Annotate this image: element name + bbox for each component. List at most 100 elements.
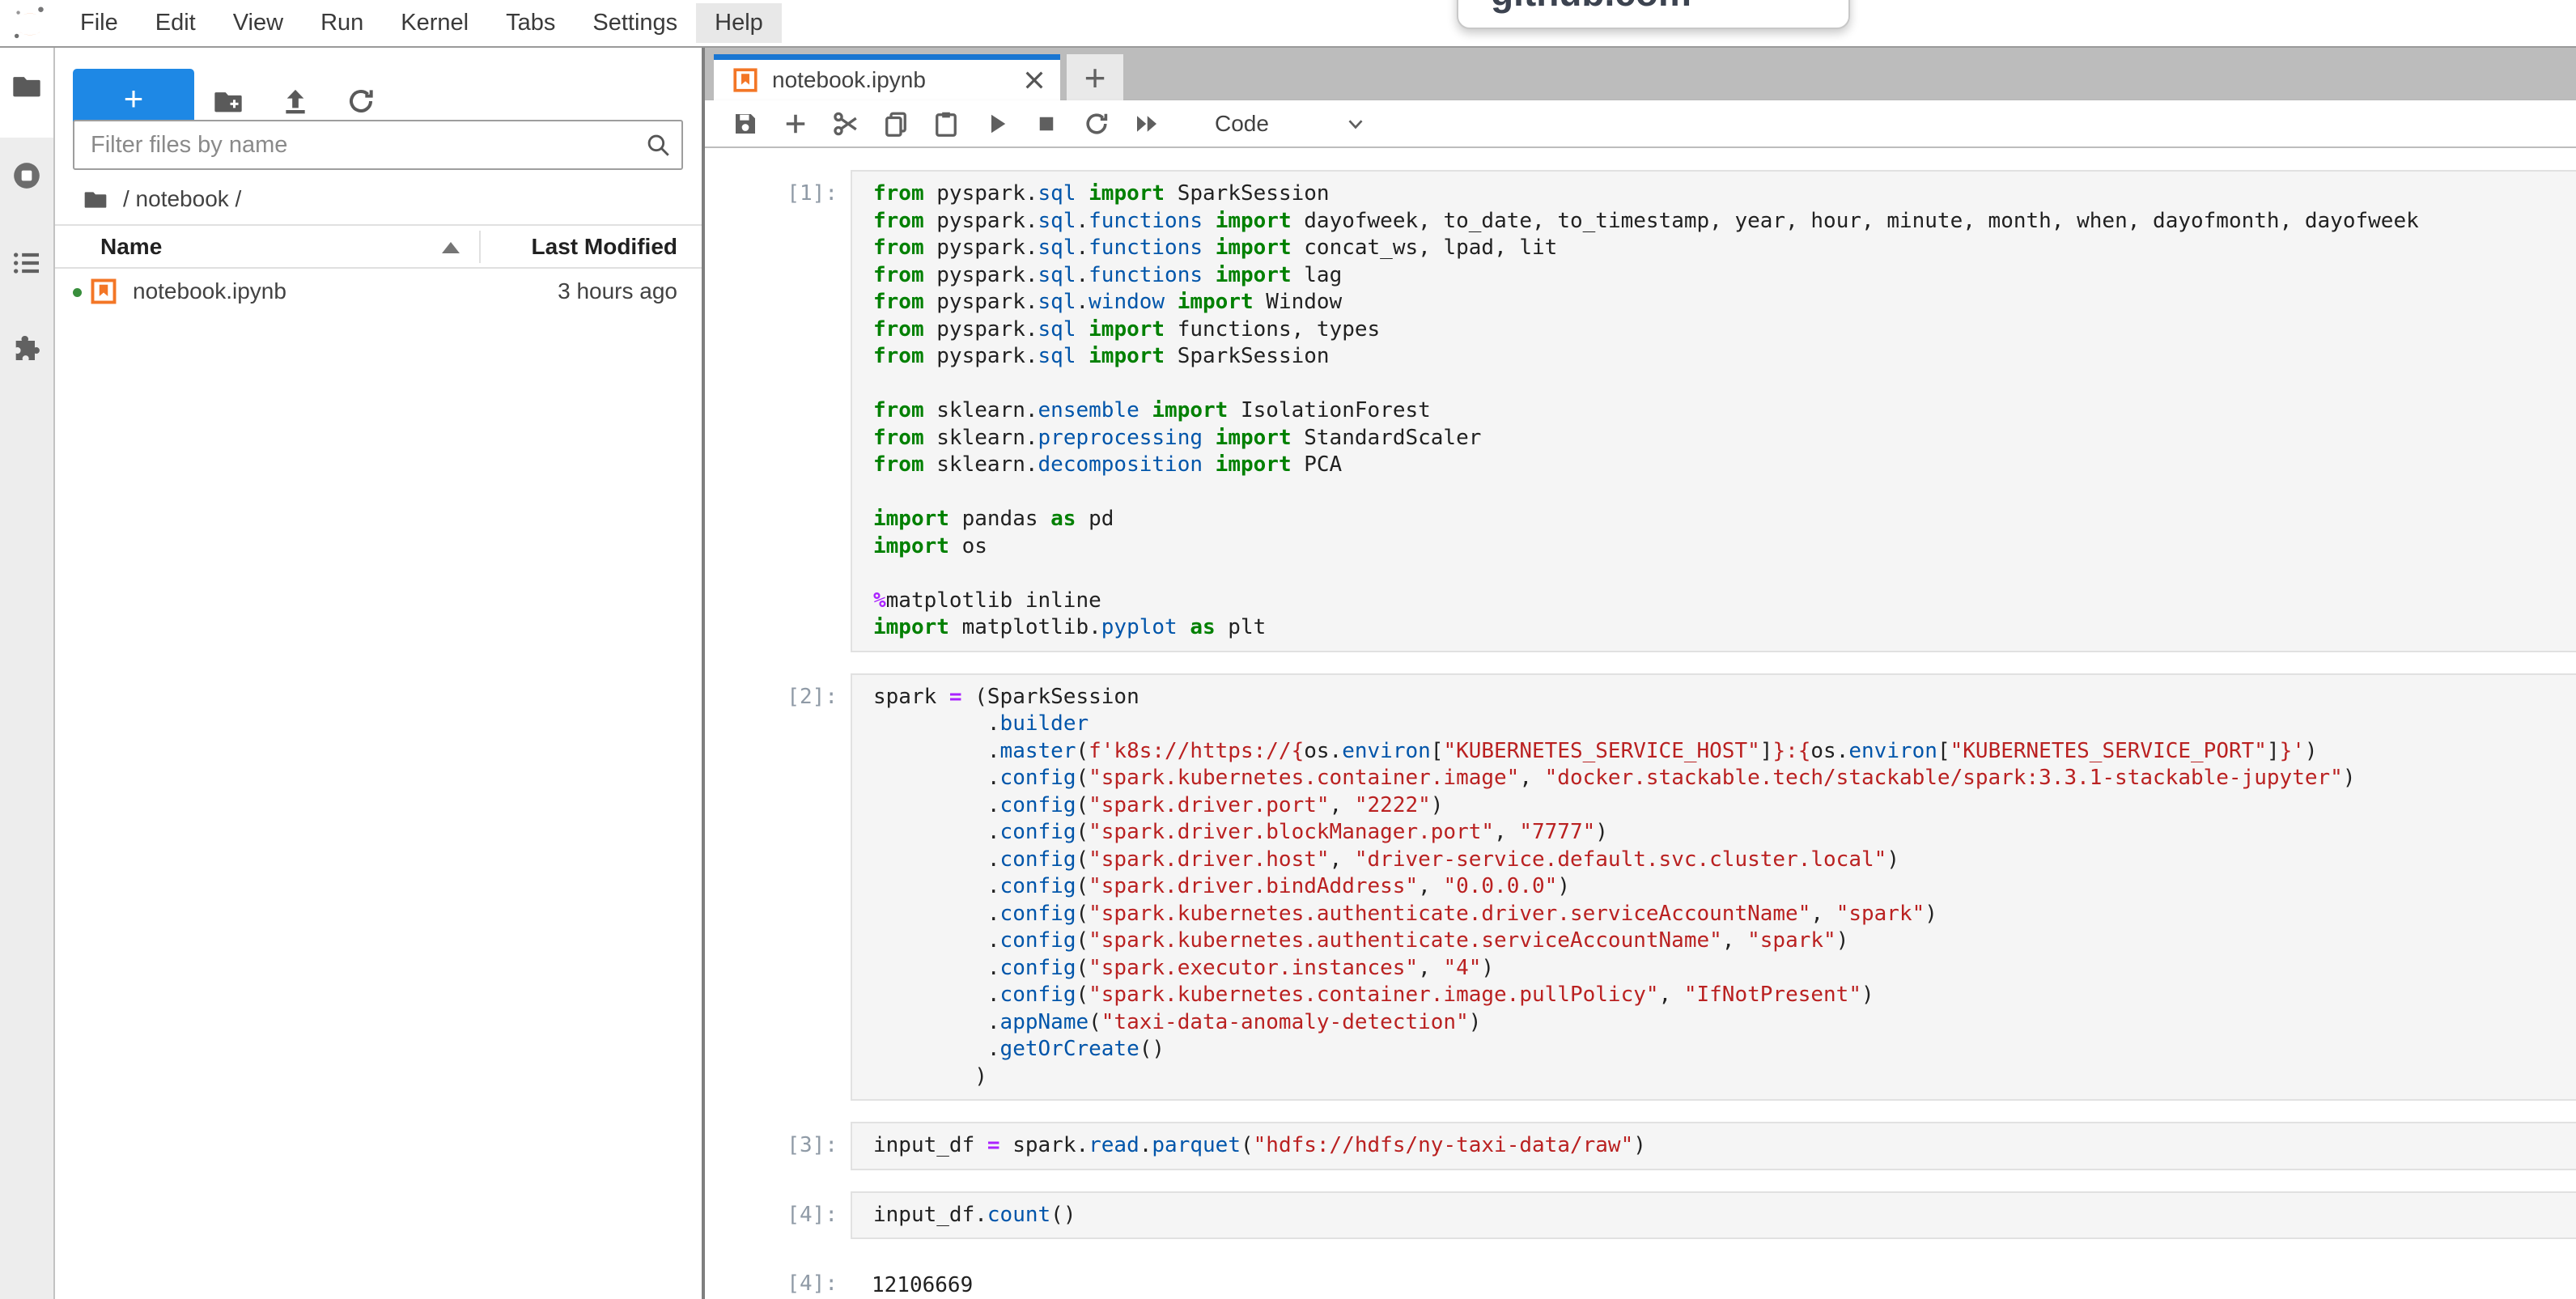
- input-prompt: [1]:: [705, 170, 851, 652]
- output-area: [4]:12106669: [705, 1260, 2576, 1299]
- cell-output-text: 12106669: [851, 1260, 2576, 1299]
- menu-bar: File Edit View Run Kernel Tabs Settings …: [0, 0, 2576, 48]
- menu-run[interactable]: Run: [302, 3, 382, 43]
- popup-text: github.com: [1491, 0, 1691, 15]
- running-kernel-dot: [73, 288, 82, 297]
- code-line: [873, 479, 2576, 507]
- file-row[interactable]: notebook.ipynb 3 hours ago: [55, 269, 702, 316]
- code-line: ): [873, 1063, 2576, 1091]
- menu-edit[interactable]: Edit: [137, 3, 214, 43]
- code-cell: [2]:spark = (SparkSession .builder .mast…: [705, 673, 2576, 1102]
- paste-icon[interactable]: [932, 109, 961, 138]
- code-line: .config("spark.driver.port", "2222"): [873, 792, 2576, 820]
- code-line: .master(f'k8s://https://{os.environ["KUB…: [873, 738, 2576, 766]
- tab-bar: notebook.ipynb +: [705, 48, 2576, 100]
- output-prompt: [4]:: [705, 1260, 851, 1299]
- code-line: .config("spark.kubernetes.container.imag…: [873, 765, 2576, 792]
- table-of-contents-icon[interactable]: [11, 247, 43, 279]
- file-name: notebook.ipynb: [133, 278, 286, 304]
- cut-icon[interactable]: [831, 109, 860, 138]
- notebook-panel: notebook.ipynb +: [705, 48, 2576, 1299]
- menu-help[interactable]: Help: [696, 3, 782, 43]
- code-cell: [3]:input_df = spark.read.parquet("hdfs:…: [705, 1122, 2576, 1170]
- notebook-toolbar: Code: [705, 100, 2576, 148]
- code-line: [873, 371, 2576, 398]
- restart-kernel-icon[interactable]: [1082, 109, 1111, 138]
- tab-notebook[interactable]: notebook.ipynb: [714, 54, 1060, 100]
- filter-input[interactable]: [73, 120, 683, 170]
- new-folder-icon[interactable]: [212, 85, 244, 117]
- cell-type-label: Code: [1215, 111, 1269, 137]
- input-prompt: [3]:: [705, 1122, 851, 1170]
- code-line: from pyspark.sql.window import Window: [873, 289, 2576, 316]
- app-shell: + / notebook / Name Last Modified: [0, 48, 2576, 1299]
- code-line: from pyspark.sql import functions, types: [873, 316, 2576, 344]
- code-line: input_df.count(): [873, 1202, 2576, 1229]
- breadcrumb-path: / notebook /: [123, 186, 241, 212]
- notebook-tab-icon: [732, 66, 759, 94]
- cell-editor[interactable]: spark = (SparkSession .builder .master(f…: [851, 673, 2576, 1102]
- menu-kernel[interactable]: Kernel: [382, 3, 487, 43]
- save-icon[interactable]: [731, 109, 760, 138]
- code-line: import matplotlib.pyplot as plt: [873, 614, 2576, 642]
- code-line: .appName("taxi-data-anomaly-detection"): [873, 1009, 2576, 1037]
- stop-icon[interactable]: [1032, 109, 1061, 138]
- code-line: from pyspark.sql import SparkSession: [873, 180, 2576, 208]
- code-line: import os: [873, 533, 2576, 561]
- browser-popup: github.com: [1457, 0, 1850, 29]
- code-line: [873, 560, 2576, 588]
- code-line: import pandas as pd: [873, 506, 2576, 533]
- running-sessions-icon[interactable]: [11, 159, 43, 192]
- run-all-icon[interactable]: [1132, 109, 1161, 138]
- close-icon[interactable]: [1021, 67, 1047, 93]
- code-line: %matplotlib inline: [873, 588, 2576, 615]
- input-prompt: [4]:: [705, 1191, 851, 1240]
- menu-file[interactable]: File: [62, 3, 137, 43]
- column-divider: [479, 231, 481, 263]
- code-line: from sklearn.decomposition import PCA: [873, 452, 2576, 479]
- cell-type-select[interactable]: Code: [1215, 111, 1368, 137]
- refresh-icon[interactable]: [345, 85, 377, 117]
- file-last-modified: 3 hours ago: [558, 278, 677, 304]
- file-browser-icon[interactable]: [11, 70, 43, 102]
- cell-editor[interactable]: from pyspark.sql import SparkSessionfrom…: [851, 170, 2576, 652]
- code-line: from pyspark.sql import SparkSession: [873, 343, 2576, 371]
- menu-tabs[interactable]: Tabs: [487, 3, 574, 43]
- code-line: .config("spark.kubernetes.authenticate.d…: [873, 901, 2576, 928]
- code-line: from pyspark.sql.functions import dayofw…: [873, 208, 2576, 236]
- home-folder-icon[interactable]: [83, 186, 108, 212]
- column-header-name[interactable]: Name: [100, 234, 162, 260]
- code-line: spark = (SparkSession: [873, 684, 2576, 711]
- code-line: .config("spark.executor.instances", "4"): [873, 955, 2576, 983]
- jupyter-logo-icon: [10, 4, 50, 45]
- code-line: from pyspark.sql.functions import lag: [873, 262, 2576, 290]
- breadcrumb[interactable]: / notebook /: [83, 182, 241, 216]
- new-tab-button[interactable]: +: [1067, 54, 1123, 100]
- code-cell: [1]:from pyspark.sql import SparkSession…: [705, 170, 2576, 652]
- menu-settings[interactable]: Settings: [574, 3, 696, 43]
- code-line: .config("spark.driver.bindAddress", "0.0…: [873, 873, 2576, 901]
- input-prompt: [2]:: [705, 673, 851, 1102]
- tab-title: notebook.ipynb: [772, 67, 1021, 93]
- cell-editor[interactable]: input_df.count(): [851, 1191, 2576, 1240]
- upload-icon[interactable]: [279, 85, 312, 117]
- cell-editor[interactable]: input_df = spark.read.parquet("hdfs://hd…: [851, 1122, 2576, 1170]
- column-header-last-modified[interactable]: Last Modified: [532, 234, 677, 260]
- code-line: .config("spark.driver.blockManager.port"…: [873, 819, 2576, 847]
- code-line: from sklearn.preprocessing import Standa…: [873, 425, 2576, 452]
- notebook-file-icon: [89, 277, 118, 306]
- code-line: .config("spark.driver.host", "driver-ser…: [873, 847, 2576, 874]
- code-line: from pyspark.sql.functions import concat…: [873, 235, 2576, 262]
- code-line: .config("spark.kubernetes.authenticate.s…: [873, 928, 2576, 955]
- search-icon: [644, 131, 672, 159]
- menu-view[interactable]: View: [214, 3, 302, 43]
- activity-sidebar: [0, 48, 55, 1299]
- chevron-down-icon: [1343, 112, 1368, 136]
- file-browser-panel: + / notebook / Name Last Modified: [55, 48, 702, 1299]
- code-line: .builder: [873, 711, 2576, 738]
- insert-cell-icon[interactable]: [781, 109, 810, 138]
- run-icon[interactable]: [982, 109, 1011, 138]
- extensions-icon[interactable]: [11, 332, 43, 364]
- copy-icon[interactable]: [881, 109, 910, 138]
- code-line: from sklearn.ensemble import IsolationFo…: [873, 397, 2576, 425]
